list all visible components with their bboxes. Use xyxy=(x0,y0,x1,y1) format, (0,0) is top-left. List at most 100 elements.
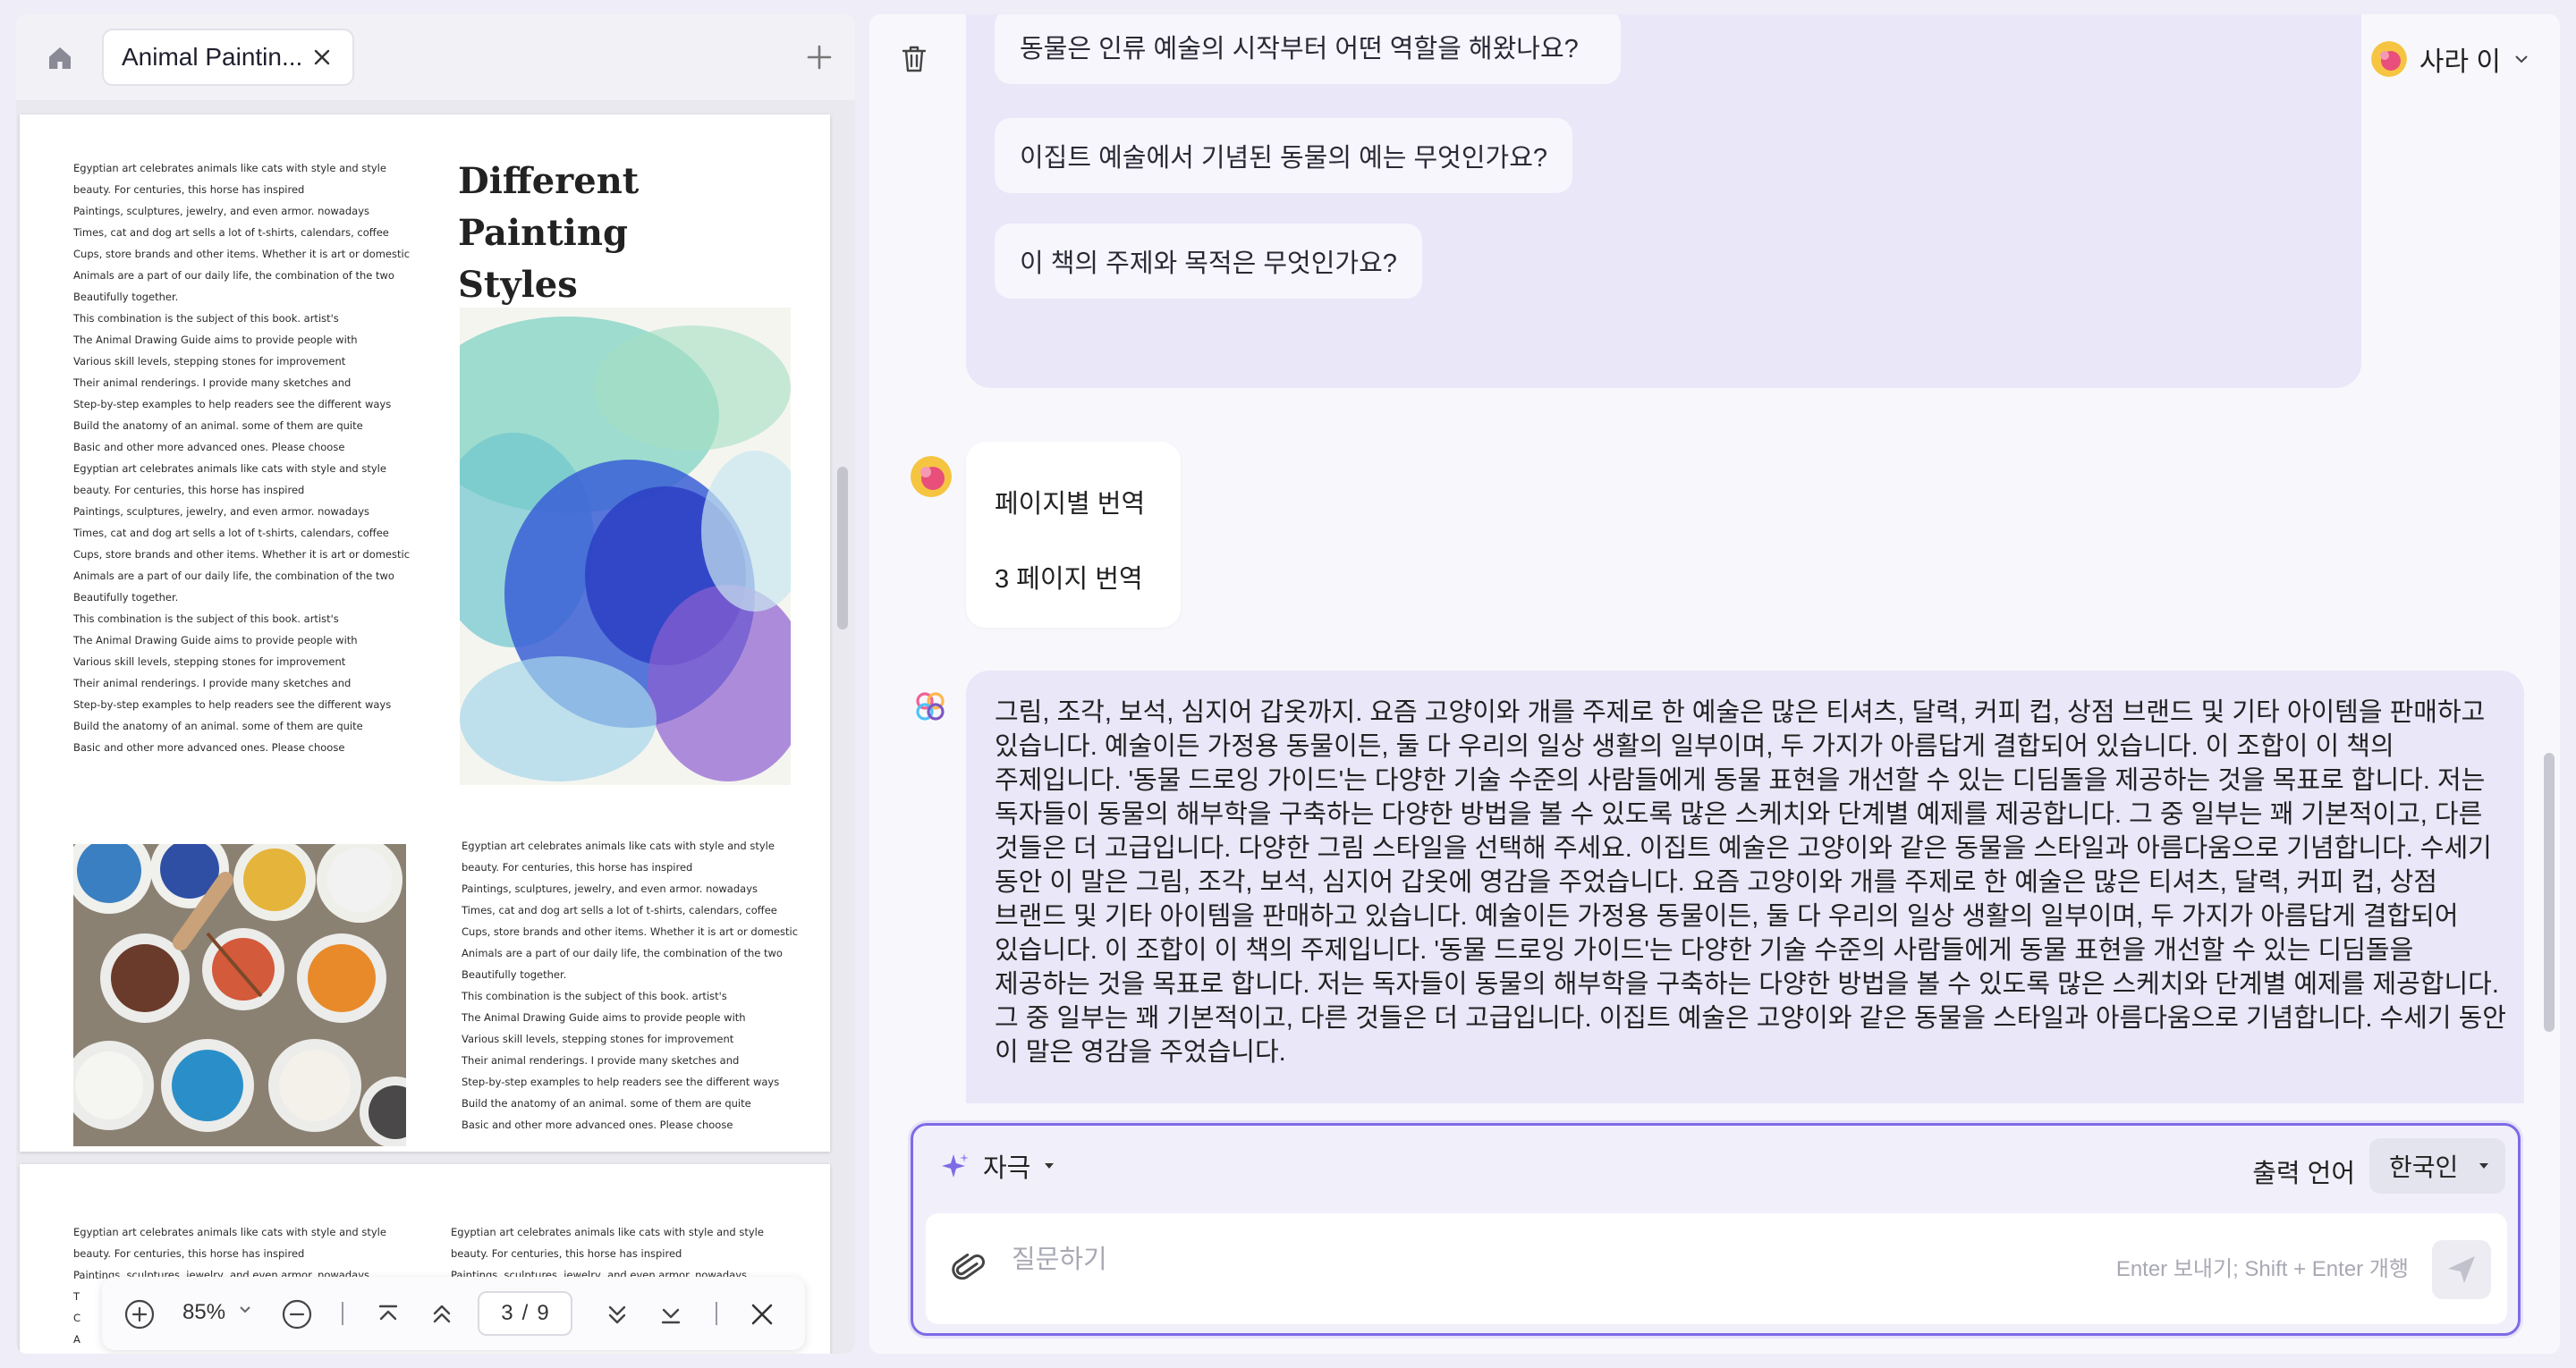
page-text-line: Cups, store brands and other items. Whet… xyxy=(73,548,411,561)
user-message: 페이지별 번역 3 페이지 번역 xyxy=(966,442,1181,628)
page-text-line: beauty. For centuries, this horse has in… xyxy=(451,1247,682,1260)
home-button[interactable] xyxy=(39,38,80,79)
viewer-scrollbar[interactable] xyxy=(837,467,848,629)
prompt-mode-select[interactable]: 자극 xyxy=(940,1144,1055,1188)
close-toolbar-button[interactable] xyxy=(744,1296,780,1332)
page-text-line: This combination is the subject of this … xyxy=(73,612,339,625)
page-text-line: Beautifully together xyxy=(73,1350,422,1354)
chevron-down-icon xyxy=(2515,55,2528,63)
page-text-line: Beautifully together. xyxy=(73,591,179,604)
paperclip-icon xyxy=(952,1254,985,1280)
page-text-line: Paintings, sculptures, jewelry, and even… xyxy=(73,505,369,518)
output-language-label: 출력 언어 xyxy=(2252,1160,2355,1188)
paint-buckets-image xyxy=(73,844,406,1146)
plus-icon xyxy=(807,45,832,70)
page-text-line: Step-by-step examples to help readers se… xyxy=(73,698,392,711)
caret-down-icon xyxy=(1045,1163,1055,1169)
page-text-line: beauty. For centuries, this horse has in… xyxy=(73,183,305,196)
page-text-line: Various skill levels, stepping stones fo… xyxy=(73,655,346,668)
page-text-line: Egyptian art celebrates animals like cat… xyxy=(73,1226,386,1238)
page-number-input[interactable]: 3 / 9 xyxy=(478,1291,572,1336)
page-text-line: Animals are a part of our daily life, th… xyxy=(73,269,394,282)
question-input-box: Enter 보내기; Shift + Enter 개행 xyxy=(926,1213,2507,1324)
close-icon xyxy=(751,1304,773,1325)
send-hint: Enter 보내기; Shift + Enter 개행 xyxy=(2115,1257,2409,1281)
page-text-line: Paintings, sculptures, jewelry, and even… xyxy=(462,882,758,895)
assistant-message: 그림, 조각, 보석, 심지어 갑옷까지. 요즘 고양이와 개를 주제로 한 예… xyxy=(966,671,2524,1103)
page-text-line: beauty. For centuries, this horse has in… xyxy=(73,484,305,496)
last-page-button[interactable] xyxy=(653,1296,689,1332)
suggested-question[interactable]: 동물은 인류 예술의 시작부터 어떤 역할을 해왔나요? xyxy=(995,14,1621,84)
suggested-questions-card: 동물은 인류 예술의 시작부터 어떤 역할을 해왔나요? 이집트 예술에서 기념… xyxy=(966,14,2361,388)
toolbar-divider xyxy=(716,1302,717,1325)
page-heading-line: Styles xyxy=(458,264,578,306)
page-text-line: Build the anatomy of an animal. some of … xyxy=(73,419,363,432)
zoom-out-icon xyxy=(282,1299,312,1330)
close-icon xyxy=(314,49,330,65)
zoom-level[interactable]: 85% xyxy=(182,1300,225,1325)
page-text-line: Cups, store brands and other items. Whet… xyxy=(462,925,799,938)
suggested-question[interactable]: 이집트 예술에서 기념된 동물의 예는 무엇인가요? xyxy=(995,118,1573,193)
page-text-line: Times, cat and dog art sells a lot of t-… xyxy=(73,527,389,539)
output-language-value: 한국인 xyxy=(2389,1153,2459,1181)
next-page-button[interactable] xyxy=(599,1296,635,1332)
pdf-viewer-panel: Animal Paintin... Egyptian art celebrate… xyxy=(16,14,855,1354)
zoom-in-icon xyxy=(124,1299,155,1330)
output-language-select[interactable]: 한국인 xyxy=(2369,1138,2505,1194)
page-text-line: beauty. For centuries, this horse has in… xyxy=(73,1247,305,1260)
page-text-line: Paintings, sculptures, jewelry, and even… xyxy=(73,205,369,217)
user-menu[interactable]: 사라 이 xyxy=(2370,38,2529,80)
message-line: 페이지별 번역 xyxy=(995,490,1146,519)
previous-page-button[interactable] xyxy=(424,1296,460,1332)
attach-button[interactable] xyxy=(947,1247,990,1290)
suggested-question[interactable]: 이 책의 주제와 목적은 무엇인가요? xyxy=(995,224,1422,299)
message-line: 3 페이지 번역 xyxy=(995,565,1143,594)
user-avatar xyxy=(911,456,952,497)
caret-down-icon xyxy=(2479,1163,2489,1169)
page-text-line: Animals are a part of our daily life, th… xyxy=(73,570,394,582)
page-text-line: Basic and other more advanced ones. Plea… xyxy=(73,741,345,754)
last-page-icon xyxy=(661,1308,681,1324)
clear-chat-button[interactable] xyxy=(896,41,932,77)
page-text-line: The Animal Drawing Guide aims to provide… xyxy=(73,334,358,346)
first-page-button[interactable] xyxy=(370,1296,406,1332)
page-text-line: Times, cat and dog art sells a lot of t-… xyxy=(462,904,777,916)
prev-page-icon xyxy=(433,1305,451,1323)
sparkle-icon xyxy=(942,1153,969,1178)
toolbar-divider xyxy=(342,1302,343,1325)
avatar xyxy=(2370,41,2407,77)
chat-scrollbar[interactable] xyxy=(2544,753,2555,1032)
assistant-logo-icon xyxy=(912,688,948,724)
page-text-line: Build the anatomy of an animal. some of … xyxy=(73,720,363,732)
document-tab[interactable]: Animal Paintin... xyxy=(102,29,354,86)
page-text-column-right: Egyptian art celebrates animals like cat… xyxy=(462,835,810,1136)
trash-icon xyxy=(902,46,927,72)
page-text-line: Their animal renderings. I provide many … xyxy=(73,677,352,689)
page-text-line: Their animal renderings. I provide many … xyxy=(462,1054,740,1067)
chat-panel: 사라 이 동물은 인류 예술의 시작부터 어떤 역할을 해왔나요? 이집트 예술… xyxy=(869,14,2560,1354)
page-text-line: Step-by-step examples to help readers se… xyxy=(462,1076,780,1088)
tab-bar: Animal Paintin... xyxy=(16,14,855,100)
prompt-mode-value: 자극 xyxy=(983,1154,1031,1183)
zoom-toolbar: 85% 3 / 9 xyxy=(102,1277,805,1350)
first-page-icon xyxy=(378,1305,398,1321)
page-text-line: Egyptian art celebrates animals like cat… xyxy=(73,162,386,174)
tab-close-button[interactable] xyxy=(308,43,336,72)
question-input[interactable] xyxy=(1012,1235,2085,1285)
pdf-page-3: Egyptian art celebrates animals like cat… xyxy=(20,114,830,1152)
document-viewer[interactable]: Egyptian art celebrates animals like cat… xyxy=(16,100,855,1354)
page-text-line: Their animal renderings. I provide many … xyxy=(73,376,352,389)
page-text-column-left: Egyptian art celebrates animals like cat… xyxy=(73,157,422,758)
page-text-line: Cups, store brands and other items. Whet… xyxy=(73,248,411,260)
chevron-down-icon[interactable] xyxy=(238,1302,252,1316)
zoom-in-button[interactable] xyxy=(122,1296,157,1332)
zoom-out-button[interactable] xyxy=(279,1296,315,1332)
total-pages: 9 xyxy=(537,1301,549,1325)
page-text-line: beauty. For centuries, this horse has in… xyxy=(462,861,693,874)
send-button[interactable] xyxy=(2432,1240,2491,1299)
page-text-line: The Animal Drawing Guide aims to provide… xyxy=(462,1011,746,1024)
new-tab-button[interactable] xyxy=(801,39,837,75)
page-text-line: The Animal Drawing Guide aims to provide… xyxy=(73,634,358,646)
page-text-line: Various skill levels, stepping stones fo… xyxy=(73,355,346,367)
page-text-line: Egyptian art celebrates animals like cat… xyxy=(73,462,386,475)
